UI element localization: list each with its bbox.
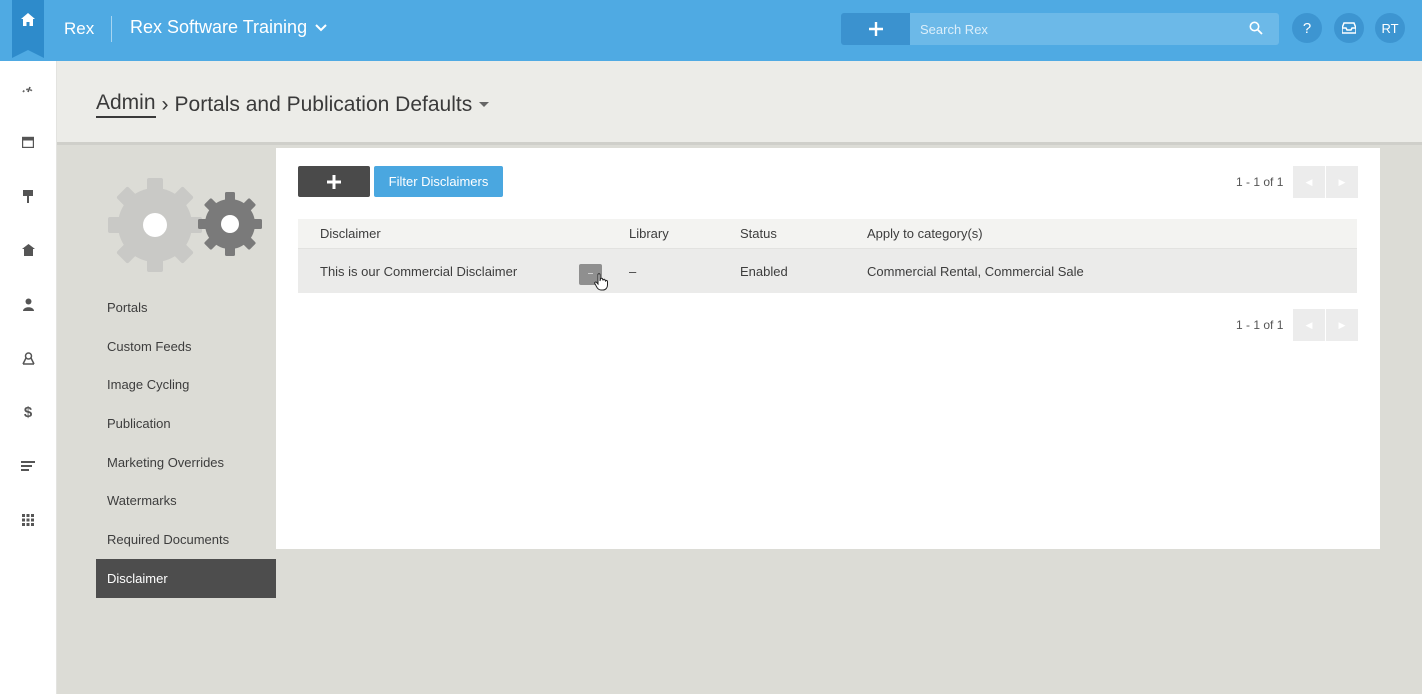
reports-icon[interactable] xyxy=(20,458,36,474)
prev-page-button[interactable]: ◀ xyxy=(1293,166,1325,198)
divider xyxy=(111,16,112,42)
next-page-button-bottom[interactable]: ▶ xyxy=(1326,309,1358,341)
sidebar-item-portals[interactable]: Portals xyxy=(96,288,276,327)
search-box xyxy=(910,13,1279,45)
account-switcher[interactable]: Rex Software Training xyxy=(130,17,327,38)
chevron-left-icon: ◀ xyxy=(1305,176,1313,187)
sidebar-item-watermarks[interactable]: Watermarks xyxy=(96,481,276,520)
chevron-right-icon: ▶ xyxy=(1338,176,1346,187)
categories-value: Commercial Rental, Commercial Sale xyxy=(867,263,1084,279)
pagination-summary-top: 1 - 1 of 1 xyxy=(1236,175,1284,189)
column-header-status[interactable]: Status xyxy=(740,219,777,248)
inbox-button[interactable] xyxy=(1334,13,1364,43)
calendar-icon[interactable] xyxy=(20,134,36,150)
listings-sign-icon[interactable] xyxy=(20,188,36,204)
top-bar: Rex Rex Software Training ? RT xyxy=(0,0,1422,61)
dashboard-icon[interactable] xyxy=(20,80,36,96)
home-icon xyxy=(21,13,35,26)
filter-disclaimers-button[interactable]: Filter Disclaimers xyxy=(374,166,503,197)
chevron-down-icon xyxy=(315,23,327,31)
disclaimers-table: Disclaimer Library Status Apply to categ… xyxy=(298,219,1357,293)
table-row[interactable]: This is our Commercial Disclaimer – Enab… xyxy=(298,249,1357,293)
library-value: – xyxy=(629,263,637,279)
next-page-button[interactable]: ▶ xyxy=(1326,166,1358,198)
sidebar-item-marketing-overrides[interactable]: Marketing Overrides xyxy=(96,443,276,482)
quick-add-button[interactable] xyxy=(841,13,910,45)
account-name: Rex Software Training xyxy=(130,17,308,37)
chevron-left-icon: ◀ xyxy=(1305,319,1313,330)
breadcrumb: Admin › Portals and Publication Defaults xyxy=(96,91,490,118)
plus-icon xyxy=(868,22,883,36)
column-header-disclaimer[interactable]: Disclaimer xyxy=(320,219,381,248)
search-icon[interactable] xyxy=(1249,21,1263,35)
contacts-icon[interactable] xyxy=(20,296,36,312)
status-value: Enabled xyxy=(740,263,788,279)
column-header-library[interactable]: Library xyxy=(629,219,669,248)
hand-cursor-icon xyxy=(594,273,608,291)
sidebar-item-custom-feeds[interactable]: Custom Feeds xyxy=(96,327,276,366)
left-nav-rail: $ xyxy=(0,61,57,694)
chevron-right-icon: ▶ xyxy=(1338,319,1346,330)
plus-icon xyxy=(327,174,341,189)
brand-logo[interactable]: Rex xyxy=(64,19,94,39)
apps-grid-icon[interactable] xyxy=(20,512,36,528)
disclaimer-panel: Filter Disclaimers 1 - 1 of 1 ◀ ▶ Discla… xyxy=(276,148,1380,549)
sidebar-item-publication[interactable]: Publication xyxy=(96,404,276,443)
caret-down-icon[interactable] xyxy=(479,101,490,108)
page-header: Admin › Portals and Publication Defaults xyxy=(57,61,1422,145)
financials-icon[interactable]: $ xyxy=(20,404,36,421)
page-title[interactable]: Portals and Publication Defaults xyxy=(175,93,473,117)
avatar-initials: RT xyxy=(1381,20,1399,36)
search-input[interactable] xyxy=(910,13,1240,45)
home-button[interactable] xyxy=(12,0,44,58)
sidebar-item-required-documents[interactable]: Required Documents xyxy=(96,520,276,559)
help-button[interactable]: ? xyxy=(1292,13,1322,43)
column-header-categories[interactable]: Apply to category(s) xyxy=(867,219,983,248)
help-icon: ? xyxy=(1302,19,1312,37)
avatar[interactable]: RT xyxy=(1375,13,1405,43)
inbox-icon xyxy=(1342,22,1356,34)
breadcrumb-admin-link[interactable]: Admin xyxy=(96,91,156,118)
pagination-summary-bottom: 1 - 1 of 1 xyxy=(1236,318,1284,332)
admin-sidebar-menu: Portals Custom Feeds Image Cycling Publi… xyxy=(96,288,276,598)
appraisals-icon[interactable] xyxy=(20,350,36,366)
settings-gears-icon xyxy=(108,178,262,272)
disclaimer-name[interactable]: This is our Commercial Disclaimer xyxy=(320,249,517,293)
prev-page-button-bottom[interactable]: ◀ xyxy=(1293,309,1325,341)
add-disclaimer-button[interactable] xyxy=(298,166,370,197)
properties-icon[interactable] xyxy=(20,242,36,258)
breadcrumb-separator: › xyxy=(161,92,169,116)
table-header: Disclaimer Library Status Apply to categ… xyxy=(298,219,1357,249)
sidebar-item-image-cycling[interactable]: Image Cycling xyxy=(96,365,276,404)
sidebar-item-disclaimer[interactable]: Disclaimer xyxy=(96,558,276,598)
